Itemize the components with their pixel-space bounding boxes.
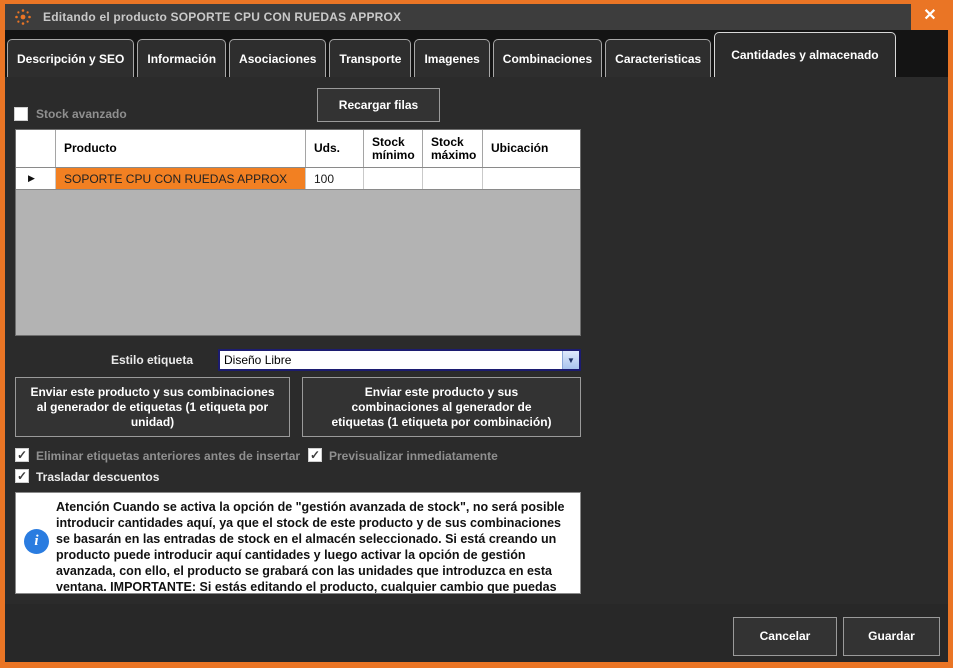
previsualizar-checkbox[interactable]: ✓ bbox=[308, 448, 322, 462]
row-selector-icon: ▶ bbox=[24, 173, 35, 184]
tab-transporte[interactable]: Transporte bbox=[329, 39, 411, 77]
chevron-down-icon[interactable]: ▼ bbox=[562, 351, 579, 369]
cell-ubicacion[interactable] bbox=[483, 168, 580, 189]
grid-header: Producto Uds. Stock mínimo Stock máximo … bbox=[16, 130, 580, 168]
window-title: Editando el producto SOPORTE CPU CON RUE… bbox=[43, 10, 401, 24]
header-ubicacion[interactable]: Ubicación bbox=[483, 130, 580, 167]
tab-descripcion-y-seo[interactable]: Descripción y SEO bbox=[7, 39, 134, 77]
tab-informacion[interactable]: Información bbox=[137, 39, 226, 77]
tab-asociaciones[interactable]: Asociaciones bbox=[229, 39, 326, 77]
app-window: Editando el producto SOPORTE CPU CON RUE… bbox=[0, 0, 953, 668]
enviar-etiqueta-unidad-button[interactable]: Enviar este producto y sus combinaciones… bbox=[15, 377, 290, 437]
titlebar: Editando el producto SOPORTE CPU CON RUE… bbox=[5, 4, 948, 30]
recargar-filas-button[interactable]: Recargar filas bbox=[317, 88, 440, 122]
info-box: i Atención Cuando se activa la opción de… bbox=[15, 492, 581, 594]
header-producto[interactable]: Producto bbox=[56, 130, 306, 167]
tab-cantidades-y-almacenado[interactable]: Cantidades y almacenado bbox=[714, 32, 895, 77]
check-icon: ✓ bbox=[17, 470, 27, 482]
table-row[interactable]: ▶ SOPORTE CPU CON RUEDAS APPROX 100 bbox=[16, 168, 580, 190]
tab-imagenes[interactable]: Imagenes bbox=[414, 39, 489, 77]
eliminar-etiquetas-label: Eliminar etiquetas anteriores antes de i… bbox=[36, 449, 300, 463]
tab-combinaciones[interactable]: Combinaciones bbox=[493, 39, 602, 77]
previsualizar-label: Previsualizar inmediatamente bbox=[329, 449, 498, 463]
cell-producto[interactable]: SOPORTE CPU CON RUEDAS APPROX bbox=[56, 168, 306, 189]
tab-caracteristicas[interactable]: Caracteristicas bbox=[605, 39, 711, 77]
row-selector-cell[interactable]: ▶ bbox=[16, 168, 56, 189]
save-button[interactable]: Guardar bbox=[843, 617, 940, 656]
trasladar-descuentos-checkbox[interactable]: ✓ bbox=[15, 469, 29, 483]
close-icon[interactable]: ✕ bbox=[911, 0, 949, 30]
header-stock-minimo[interactable]: Stock mínimo bbox=[364, 130, 423, 167]
stock-avanzado-checkbox[interactable] bbox=[14, 107, 28, 121]
tab-content-cantidades: Stock avanzado Recargar filas Producto U… bbox=[5, 77, 948, 662]
estilo-etiqueta-value: Diseño Libre bbox=[220, 353, 562, 367]
stock-grid: Producto Uds. Stock mínimo Stock máximo … bbox=[15, 129, 581, 336]
header-uds[interactable]: Uds. bbox=[306, 130, 364, 167]
trasladar-descuentos-label: Trasladar descuentos bbox=[36, 470, 159, 484]
cell-uds[interactable]: 100 bbox=[306, 168, 364, 189]
cell-stock-maximo[interactable] bbox=[423, 168, 483, 189]
estilo-etiqueta-label: Estilo etiqueta bbox=[63, 353, 193, 367]
window-inner: Editando el producto SOPORTE CPU CON RUE… bbox=[5, 4, 948, 662]
estilo-etiqueta-select[interactable]: Diseño Libre ▼ bbox=[218, 349, 581, 371]
info-text: Atención Cuando se activa la opción de "… bbox=[56, 499, 568, 591]
cell-stock-minimo[interactable] bbox=[364, 168, 423, 189]
header-stock-maximo[interactable]: Stock máximo bbox=[423, 130, 483, 167]
stock-avanzado-label: Stock avanzado bbox=[36, 107, 127, 121]
tabstrip: Descripción y SEO Información Asociacion… bbox=[5, 30, 948, 77]
check-icon: ✓ bbox=[17, 449, 27, 461]
check-icon: ✓ bbox=[310, 449, 320, 461]
info-icon: i bbox=[24, 529, 49, 554]
eliminar-etiquetas-checkbox[interactable]: ✓ bbox=[15, 448, 29, 462]
cancel-button[interactable]: Cancelar bbox=[733, 617, 837, 656]
enviar-etiqueta-combinacion-button[interactable]: Enviar este producto y sus combinaciones… bbox=[302, 377, 581, 437]
app-logo-icon bbox=[13, 7, 33, 27]
header-selector bbox=[16, 130, 56, 167]
